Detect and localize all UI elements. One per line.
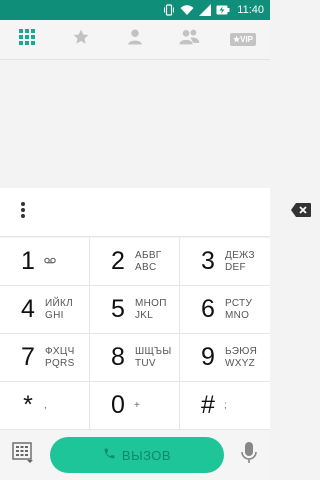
key-0[interactable]: 0 + <box>90 382 180 430</box>
tab-groups[interactable] <box>162 20 216 60</box>
backspace-icon[interactable] <box>291 202 311 222</box>
phone-icon <box>103 447 116 463</box>
tab-vip[interactable]: ★VIP <box>216 20 270 60</box>
key-digit: 3 <box>201 247 215 275</box>
dialpad-grid-icon <box>19 29 35 50</box>
dialpad-toggle-icon[interactable] <box>12 441 34 469</box>
key-digit: 1 <box>21 247 35 275</box>
key-digit: 8 <box>111 343 125 371</box>
key-letters-latin: MNO <box>225 309 250 321</box>
key-hash[interactable]: # ; <box>180 382 270 430</box>
status-bar: 11:40 <box>0 0 270 20</box>
key-sub: + <box>134 400 140 411</box>
key-8[interactable]: 8 ШЩЪЫ TUV <box>90 334 180 382</box>
microphone-icon[interactable] <box>240 441 258 470</box>
key-sub: , <box>44 400 47 411</box>
key-letters-cyrillic: ИЙКЛ <box>45 297 73 309</box>
key-digit: 4 <box>21 295 35 323</box>
vibrate-icon <box>163 4 175 16</box>
key-letters: ШЩЪЫ TUV <box>135 346 172 370</box>
call-button[interactable]: ВЫЗОВ <box>50 437 224 473</box>
key-letters: АБВГ ABC <box>135 250 162 274</box>
call-button-label: ВЫЗОВ <box>121 447 172 463</box>
person-icon <box>126 28 144 51</box>
key-3[interactable]: 3 ДЕЖЗ DEF <box>180 238 270 286</box>
key-digit: * <box>23 391 33 419</box>
key-letters-cyrillic: РСТУ <box>225 297 253 309</box>
key-letters-latin: PQRS <box>45 357 75 369</box>
key-digit: 0 <box>111 391 125 419</box>
key-digit: 7 <box>21 343 35 371</box>
number-input-row <box>0 188 311 237</box>
key-4[interactable]: 4 ИЙКЛ GHI <box>0 286 90 334</box>
tab-dialpad[interactable] <box>0 20 54 60</box>
key-letters-cyrillic: МНОП <box>135 297 167 309</box>
tab-favorites[interactable] <box>54 20 108 60</box>
key-1[interactable]: 1 <box>0 238 90 286</box>
vip-icon: ★VIP <box>229 33 257 46</box>
key-star[interactable]: * , <box>0 382 90 430</box>
signal-icon <box>199 4 212 16</box>
tab-contacts[interactable] <box>108 20 162 60</box>
key-digit: # <box>201 391 215 419</box>
dialpad: 1 2 АБВГ ABC 3 ДЕЖЗ DEF 4 ИЙКЛ GHI 5 МНО… <box>0 238 270 430</box>
key-7[interactable]: 7 ФХЦЧ PQRS <box>0 334 90 382</box>
key-letters-cyrillic: ШЩЪЫ <box>135 345 172 357</box>
star-icon <box>72 28 90 51</box>
key-6[interactable]: 6 РСТУ MNO <box>180 286 270 334</box>
key-letters: ИЙКЛ GHI <box>45 298 73 322</box>
key-letters-latin: WXYZ <box>225 357 256 369</box>
voicemail-icon <box>44 256 56 267</box>
key-letters: ДЕЖЗ DEF <box>225 250 255 274</box>
key-letters-cyrillic: ФХЦЧ <box>45 345 75 357</box>
key-letters-latin: JKL <box>135 309 154 321</box>
wifi-icon <box>180 4 194 16</box>
key-5[interactable]: 5 МНОП JKL <box>90 286 180 334</box>
key-digit: 9 <box>201 343 215 371</box>
key-sub: ; <box>224 400 227 411</box>
key-digit: 2 <box>111 247 125 275</box>
status-time: 11:40 <box>237 4 264 16</box>
bottom-bar: ВЫЗОВ <box>0 430 270 480</box>
key-letters: ЬЭЮЯ WXYZ <box>225 346 257 370</box>
key-letters-cyrillic: ЬЭЮЯ <box>225 345 258 357</box>
key-digit: 5 <box>111 295 125 323</box>
key-letters-latin: DEF <box>225 261 246 273</box>
key-letters-latin: GHI <box>45 309 64 321</box>
key-digit: 6 <box>201 295 215 323</box>
key-letters-cyrillic: АБВГ <box>135 249 162 261</box>
key-letters: ФХЦЧ PQRS <box>45 346 75 370</box>
key-letters: МНОП JKL <box>135 298 167 322</box>
dialer-screen: 11:40 ★VIP 1 2 АБВГ ABC 3 ДЕЖЗ DEF 4 ИЙК… <box>0 0 311 480</box>
key-letters: РСТУ MNO <box>225 298 252 322</box>
key-letters-latin: TUV <box>135 357 156 369</box>
tab-bar: ★VIP <box>0 20 270 60</box>
battery-charging-icon <box>216 4 230 16</box>
people-icon <box>178 28 200 51</box>
key-letters-latin: ABC <box>135 261 157 273</box>
phone-number-input[interactable] <box>26 197 291 227</box>
key-2[interactable]: 2 АБВГ ABC <box>90 238 180 286</box>
call-log-area <box>0 61 270 188</box>
key-9[interactable]: 9 ЬЭЮЯ WXYZ <box>180 334 270 382</box>
key-letters-cyrillic: ДЕЖЗ <box>225 249 255 261</box>
